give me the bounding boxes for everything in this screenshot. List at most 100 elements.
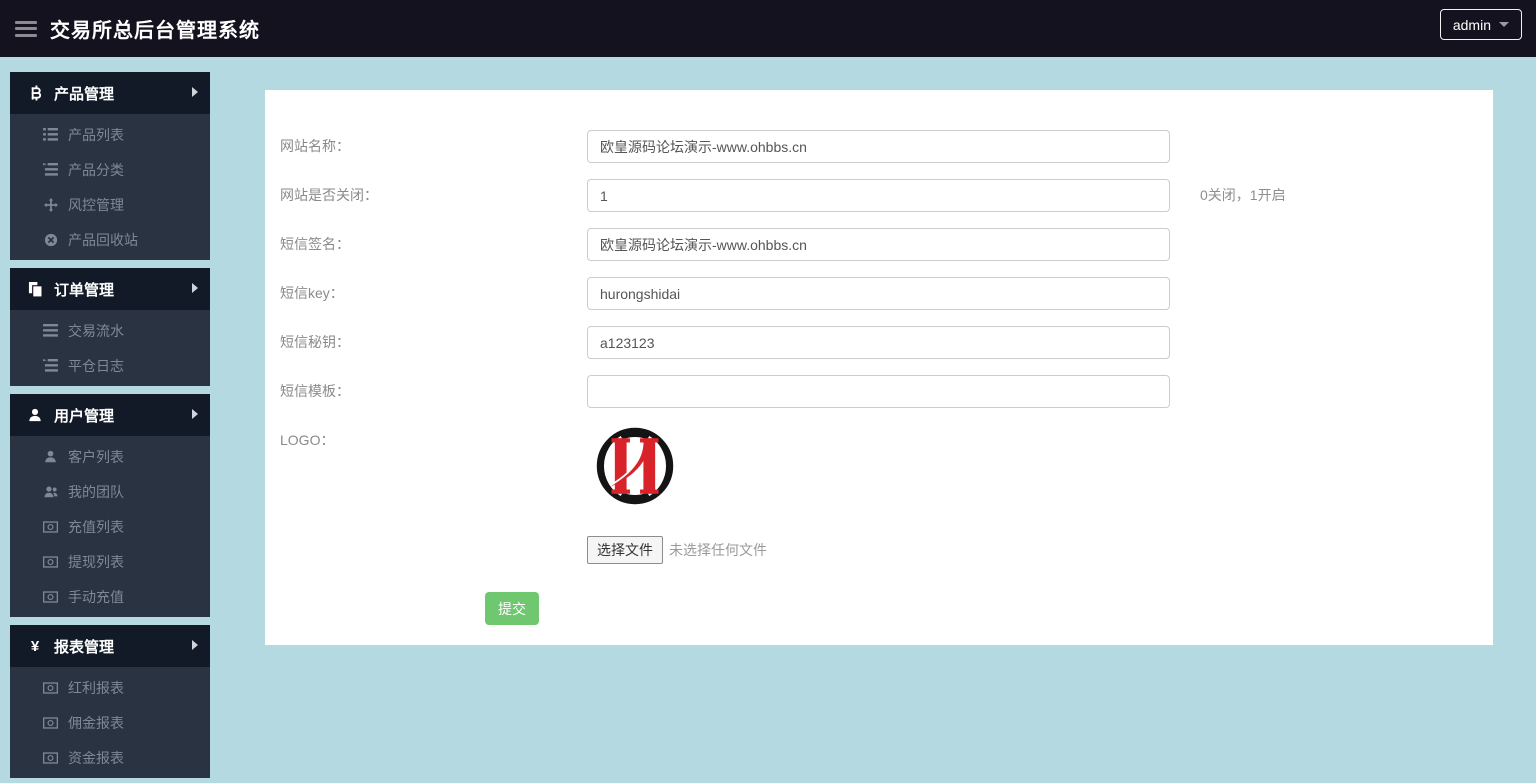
username-label: admin <box>1452 16 1491 33</box>
form-row-sms-template: 短信模板： <box>265 375 1493 408</box>
sidebar-item-label: 平仓日志 <box>68 357 124 374</box>
money-bill-icon <box>42 520 59 533</box>
sms-template-input[interactable] <box>587 375 1170 408</box>
sidebar: 产品管理 产品列表 产品分类 风控管理 产品回收站 订单管理 交易流水 平仓日志… <box>10 72 210 783</box>
field-label: 短信签名： <box>280 236 350 252</box>
sidebar-item-label: 资金报表 <box>68 749 124 766</box>
move-arrows-icon <box>42 197 59 212</box>
sidebar-item-label: 产品分类 <box>68 161 124 178</box>
sidebar-item-deposit-list[interactable]: 充值列表 <box>10 509 210 544</box>
submenu-products: 产品列表 产品分类 风控管理 产品回收站 <box>10 114 210 260</box>
field-label: LOGO： <box>280 432 335 448</box>
chevron-right-icon <box>192 409 198 419</box>
users-group-icon <box>42 485 59 498</box>
sidebar-item-customer-list[interactable]: 客户列表 <box>10 439 210 474</box>
chevron-right-icon <box>192 640 198 650</box>
site-logo-image <box>593 424 677 508</box>
form-row-sms-secret: 短信秘钥： <box>265 326 1493 359</box>
submit-button[interactable]: 提交 <box>485 592 539 625</box>
sidebar-section-orders: 订单管理 交易流水 平仓日志 <box>10 268 210 386</box>
sidebar-item-withdraw-list[interactable]: 提现列表 <box>10 544 210 579</box>
sidebar-item-label: 充值列表 <box>68 518 124 535</box>
sidebar-header-orders[interactable]: 订单管理 <box>10 268 210 310</box>
form-row-site-name: 网站名称： <box>265 130 1493 163</box>
sidebar-section-products: 产品管理 产品列表 产品分类 风控管理 产品回收站 <box>10 72 210 260</box>
sidebar-header-label: 产品管理 <box>54 85 115 103</box>
sidebar-item-funds-report[interactable]: 资金报表 <box>10 740 210 775</box>
money-bill-icon <box>42 590 59 603</box>
site-closed-input[interactable] <box>587 179 1170 212</box>
page-title: 交易所总后台管理系统 <box>50 20 260 42</box>
sidebar-item-label: 红利报表 <box>68 679 124 696</box>
sidebar-item-my-team[interactable]: 我的团队 <box>10 474 210 509</box>
sidebar-item-label: 佣金报表 <box>68 714 124 731</box>
user-icon <box>25 408 45 422</box>
hamburger-menu-icon[interactable] <box>15 20 37 37</box>
chevron-right-icon <box>192 87 198 97</box>
copy-files-icon <box>25 281 45 297</box>
sidebar-item-close-position-log[interactable]: 平仓日志 <box>10 348 210 383</box>
sidebar-item-product-list[interactable]: 产品列表 <box>10 117 210 152</box>
sidebar-header-label: 订单管理 <box>54 281 115 299</box>
money-bill-icon <box>42 751 59 764</box>
field-label: 短信key： <box>280 285 344 301</box>
list-icon <box>42 324 59 337</box>
sidebar-item-label: 产品回收站 <box>68 231 138 248</box>
field-hint: 0关闭，1开启 <box>1200 187 1286 203</box>
sidebar-item-label: 手动充值 <box>68 588 124 605</box>
logo-upload-row: 选择文件 未选择任何文件 <box>587 536 1493 564</box>
money-bill-icon <box>42 681 59 694</box>
sidebar-item-commission-report[interactable]: 佣金报表 <box>10 705 210 740</box>
sidebar-section-users: 用户管理 客户列表 我的团队 充值列表 提现列表 手动充值 <box>10 394 210 617</box>
file-status-text: 未选择任何文件 <box>669 542 767 558</box>
sidebar-header-reports[interactable]: ¥ 报表管理 <box>10 625 210 667</box>
list-indent-icon <box>42 163 59 176</box>
money-bill-icon <box>42 716 59 729</box>
user-dropdown[interactable]: admin <box>1439 9 1522 40</box>
site-name-input[interactable] <box>587 130 1170 163</box>
topbar: 交易所总后台管理系统 admin <box>0 0 1536 57</box>
list-icon <box>42 128 59 141</box>
sms-signature-input[interactable] <box>587 228 1170 261</box>
submenu-orders: 交易流水 平仓日志 <box>10 310 210 386</box>
sms-secret-input[interactable] <box>587 326 1170 359</box>
choose-file-button[interactable]: 选择文件 <box>587 536 663 564</box>
sidebar-item-trade-flow[interactable]: 交易流水 <box>10 313 210 348</box>
field-label: 网站是否关闭： <box>280 187 378 203</box>
settings-card: 网站名称： 网站是否关闭： 0关闭，1开启 短信签名： 短信key： 短信秘钥：… <box>265 90 1493 645</box>
sidebar-item-risk-management[interactable]: 风控管理 <box>10 187 210 222</box>
field-label: 短信模板： <box>280 383 350 399</box>
sidebar-item-label: 客户列表 <box>68 448 124 465</box>
sidebar-item-manual-deposit[interactable]: 手动充值 <box>10 579 210 614</box>
sms-key-input[interactable] <box>587 277 1170 310</box>
sidebar-header-label: 报表管理 <box>54 638 115 656</box>
form-row-sms-signature: 短信签名： <box>265 228 1493 261</box>
field-label: 短信秘钥： <box>280 334 350 350</box>
submenu-reports: 红利报表 佣金报表 资金报表 <box>10 667 210 778</box>
x-circle-icon <box>42 233 59 247</box>
submenu-users: 客户列表 我的团队 充值列表 提现列表 手动充值 <box>10 436 210 617</box>
yen-icon: ¥ <box>30 637 40 655</box>
sidebar-item-product-recycle[interactable]: 产品回收站 <box>10 222 210 257</box>
list-indent-icon <box>42 359 59 372</box>
form-row-site-closed: 网站是否关闭： 0关闭，1开启 <box>265 179 1493 212</box>
sidebar-item-label: 产品列表 <box>68 126 124 143</box>
sidebar-header-label: 用户管理 <box>54 407 115 425</box>
sidebar-header-users[interactable]: 用户管理 <box>10 394 210 436</box>
sidebar-item-label: 提现列表 <box>68 553 124 570</box>
chevron-down-icon <box>1499 22 1509 27</box>
chevron-right-icon <box>192 283 198 293</box>
sidebar-item-dividend-report[interactable]: 红利报表 <box>10 670 210 705</box>
user-icon <box>42 450 59 463</box>
sidebar-header-products[interactable]: 产品管理 <box>10 72 210 114</box>
sidebar-item-label: 风控管理 <box>68 196 124 213</box>
sidebar-item-product-category[interactable]: 产品分类 <box>10 152 210 187</box>
form-row-logo: LOGO： <box>265 424 1493 508</box>
sidebar-item-label: 交易流水 <box>68 322 124 339</box>
bitcoin-icon <box>25 85 45 101</box>
sidebar-item-label: 我的团队 <box>68 483 124 500</box>
sidebar-section-reports: ¥ 报表管理 红利报表 佣金报表 资金报表 <box>10 625 210 778</box>
money-bill-icon <box>42 555 59 568</box>
field-label: 网站名称： <box>280 138 350 154</box>
form-row-sms-key: 短信key： <box>265 277 1493 310</box>
